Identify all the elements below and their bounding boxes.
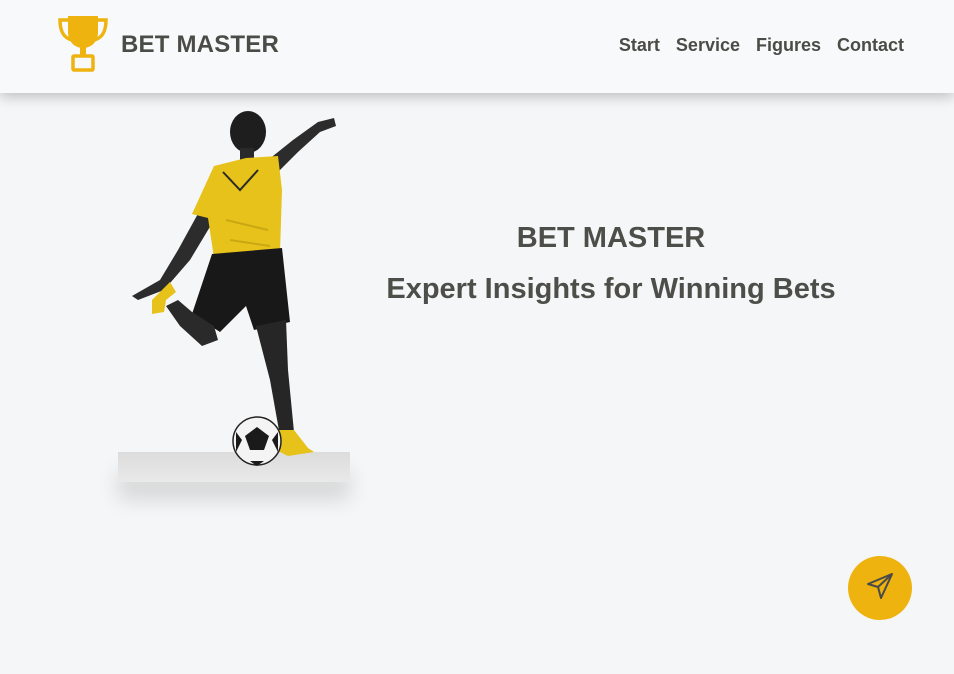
- brand-name: BET MASTER: [121, 31, 279, 58]
- trophy-icon: [58, 14, 108, 77]
- nav-start[interactable]: Start: [619, 35, 660, 56]
- nav-contact[interactable]: Contact: [837, 35, 904, 56]
- soccer-player-image: [118, 100, 350, 530]
- hero-text: BET MASTER Expert Insights for Winning B…: [370, 222, 852, 306]
- main-nav: Start Service Figures Contact: [619, 35, 904, 56]
- site-header: BET MASTER Start Service Figures Contact: [0, 0, 954, 93]
- send-message-button[interactable]: [848, 556, 912, 620]
- brand[interactable]: BET MASTER: [58, 14, 279, 77]
- paper-plane-icon: [865, 571, 895, 606]
- nav-figures[interactable]: Figures: [756, 35, 821, 56]
- hero-title: BET MASTER: [516, 222, 706, 254]
- nav-service[interactable]: Service: [676, 35, 740, 56]
- hero-subtitle: Expert Insights for Winning Bets: [386, 273, 836, 305]
